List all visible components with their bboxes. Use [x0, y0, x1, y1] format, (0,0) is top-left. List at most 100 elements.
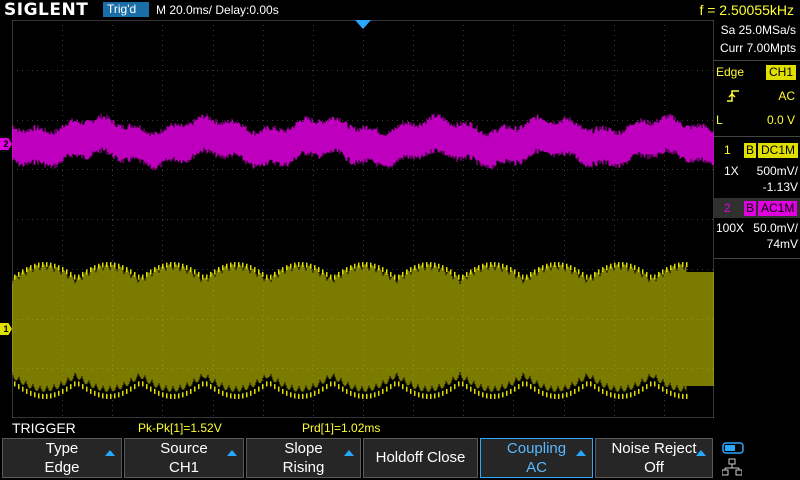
timebase-readout[interactable]: M 20.0ms/ Delay:0.00s	[156, 0, 279, 20]
ch1-peak-dot	[270, 274, 272, 280]
ch1-peak-dot	[38, 393, 40, 399]
ch1-peak-dot	[322, 386, 324, 392]
ch1-peak-dot	[54, 263, 56, 269]
ch1-peak-dot	[542, 390, 544, 396]
ch1-peak-dot	[74, 274, 76, 280]
toggle-icon[interactable]	[722, 442, 744, 454]
ch1-peak-dot	[238, 393, 240, 399]
trigger-slope-row[interactable]: AC	[714, 86, 800, 106]
ch1-peak-dot	[258, 386, 260, 392]
channel-1-header[interactable]: 1 B DC1M	[714, 140, 800, 160]
ch1-peak-dot	[78, 381, 80, 387]
ch1-peak-dot	[430, 393, 432, 399]
ch1-peak-dot	[254, 388, 256, 394]
channel-2-offset: 74mV	[766, 237, 798, 251]
ch1-peak-dot	[106, 393, 108, 399]
ch1-peak-dot	[230, 393, 232, 399]
ch1-peak-dot	[506, 265, 508, 271]
softkey-type-label: Type	[45, 440, 79, 457]
chevron-up-icon	[105, 450, 115, 456]
measurement-period[interactable]: Prd[1]=1.02ms	[302, 420, 380, 436]
ch1-peak-dot	[126, 267, 128, 273]
ch1-peak-dot	[406, 269, 408, 275]
trigger-type-row[interactable]: Edge CH1	[714, 62, 800, 82]
channel-2-header[interactable]: 2 B AC1M	[714, 198, 800, 218]
softkey-noise-reject[interactable]: Noise Reject Off	[595, 438, 713, 478]
trigger-position-marker[interactable]	[355, 20, 371, 29]
softkey-type[interactable]: Type Edge	[2, 438, 122, 478]
ch1-peak-dot	[398, 274, 400, 280]
trigger-level-row[interactable]: L 0.0 V	[714, 110, 800, 130]
channel-2-offset-marker[interactable]: 2	[0, 138, 12, 150]
ch1-peak-dot	[554, 262, 556, 268]
ch1-peak-dot	[362, 262, 364, 268]
ch1-peak-dot	[46, 262, 48, 268]
ch1-peak-dot	[662, 269, 664, 275]
ch1-peak-dot	[670, 390, 672, 396]
ch1-peak-dot	[158, 265, 160, 271]
ch1-peak-dot	[510, 267, 512, 273]
measurement-pkpk[interactable]: Pk-Pk[1]=1.52V	[138, 420, 222, 436]
ch1-peak-dot	[398, 381, 400, 387]
ch1-peak-dot	[410, 267, 412, 273]
ch1-peak-dot	[202, 381, 204, 387]
ch1-peak-dot	[670, 265, 672, 271]
ch1-peak-dot	[194, 386, 196, 392]
ch1-peak-dot	[610, 392, 612, 398]
ch1-peak-dot	[334, 381, 336, 387]
ch1-peak-dot	[354, 263, 356, 269]
ch1-peak-dot	[182, 263, 184, 269]
ch1-peak-dot	[650, 274, 652, 280]
ch1-peak-dot	[126, 388, 128, 394]
ch1-peak-dot	[390, 271, 392, 277]
ch1-peak-dot	[598, 386, 600, 392]
ch1-peak-dot	[338, 271, 340, 277]
ch1-peak-dot	[102, 262, 104, 268]
softkey-noise-reject-value: Off	[644, 459, 664, 476]
ch1-peak-dot	[114, 393, 116, 399]
softkey-coupling[interactable]: Coupling AC	[480, 438, 593, 478]
waveform-display[interactable]	[12, 20, 714, 418]
ch1-peak-dot	[26, 388, 28, 394]
ch1-peak-dot	[106, 262, 108, 268]
ch1-peak-dot	[346, 267, 348, 273]
trigger-status-badge[interactable]: Trig'd	[103, 2, 149, 17]
softkey-source[interactable]: Source CH1	[124, 438, 244, 478]
ch1-peak-dot	[62, 267, 64, 273]
ch1-peak-dot	[450, 386, 452, 392]
ch1-peak-dot	[542, 265, 544, 271]
softkey-noise-reject-label: Noise Reject	[611, 440, 697, 457]
ch1-peak-dot	[258, 269, 260, 275]
measurement-bar: TRIGGER Pk-Pk[1]=1.52V Prd[1]=1.02ms	[0, 420, 714, 436]
ch1-peak-dot	[454, 384, 456, 390]
ch1-peak-dot	[350, 390, 352, 396]
network-icon[interactable]	[722, 458, 742, 476]
ch1-peak-dot	[610, 263, 612, 269]
ch1-peak-dot	[18, 384, 20, 390]
ch1-peak-dot	[254, 267, 256, 273]
ch1-peak-dot	[246, 392, 248, 398]
ch1-peak-dot	[290, 392, 292, 398]
softkey-slope-value: Rising	[282, 459, 325, 476]
ch1-peak-dot	[370, 393, 372, 399]
ch1-peak-dot	[362, 393, 364, 399]
ch1-peak-dot	[42, 262, 44, 268]
ch1-peak-dot	[466, 384, 468, 390]
ch1-peak-dot	[506, 390, 508, 396]
softkey-slope[interactable]: Slope Rising	[246, 438, 361, 478]
ch1-peak-dot	[478, 265, 480, 271]
ch1-peak-dot	[178, 393, 180, 399]
channel-1-offset-marker[interactable]: 1	[0, 323, 12, 335]
ch1-peak-dot	[578, 386, 580, 392]
ch1-peak-dot	[438, 263, 440, 269]
ch1-peak-dot	[134, 271, 136, 277]
ch1-peak-dot	[618, 262, 620, 268]
ch1-peak-dot	[434, 393, 436, 399]
ch1-peak-dot	[282, 267, 284, 273]
ch1-peak-dot	[130, 269, 132, 275]
ch1-peak-dot	[414, 390, 416, 396]
softkey-holdoff[interactable]: Holdoff Close	[363, 438, 478, 478]
ch1-peak-dot	[58, 265, 60, 271]
ch1-peak-dot	[530, 271, 532, 277]
ch1-peak-dot	[334, 274, 336, 280]
